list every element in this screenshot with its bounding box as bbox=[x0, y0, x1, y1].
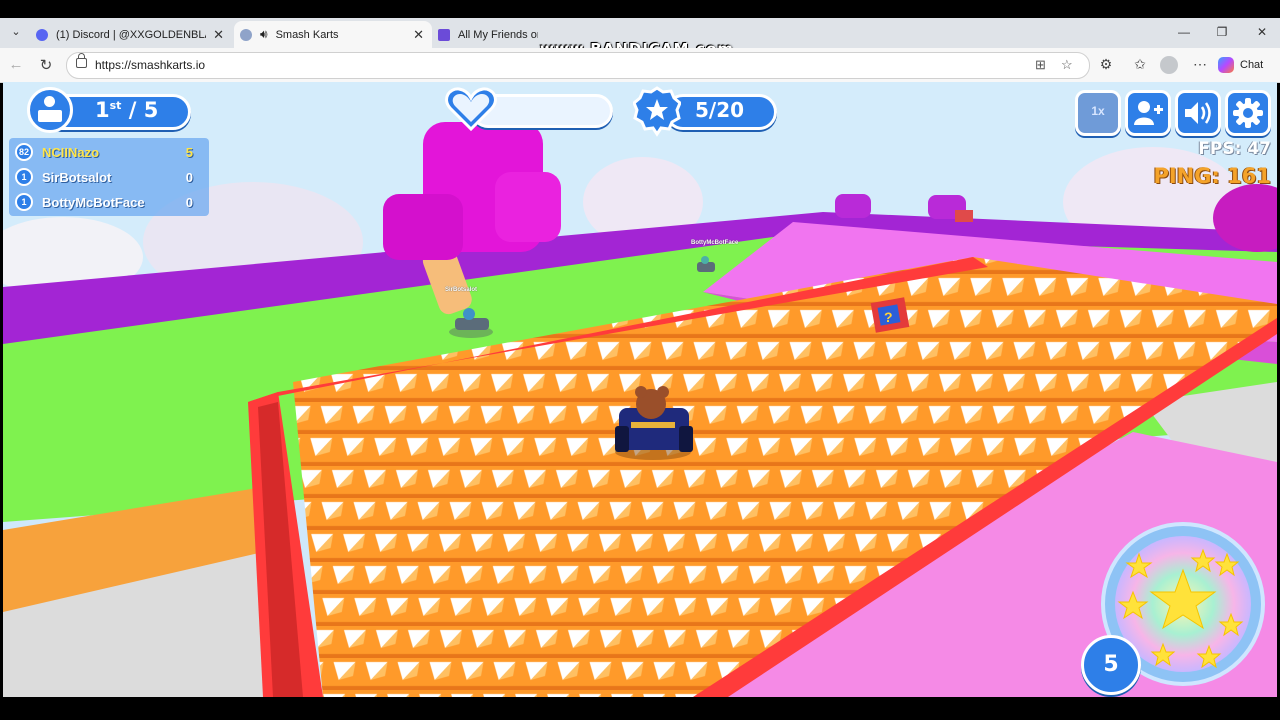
tab-close-icon[interactable]: ✕ bbox=[213, 27, 224, 43]
favorites-icon[interactable]: ✩ bbox=[1130, 56, 1150, 73]
video-letterbox-bottom bbox=[0, 697, 1280, 720]
url-text: https://smashkarts.io bbox=[95, 58, 206, 72]
tab-discord[interactable]: (1) Discord | @XXGOLDENBLADE ✕ bbox=[36, 21, 232, 48]
player-score: 0 bbox=[185, 195, 193, 210]
player-score: 0 bbox=[185, 170, 193, 185]
lock-icon bbox=[76, 53, 87, 68]
discord-icon bbox=[36, 28, 48, 41]
svg-text:?: ? bbox=[884, 309, 893, 325]
star-badge-icon bbox=[633, 86, 681, 137]
video-letterbox-top bbox=[0, 0, 1280, 18]
player-level-badge: 1 bbox=[15, 193, 33, 211]
restore-icon[interactable]: ❐ bbox=[1212, 25, 1232, 39]
kart-nametag: BottyMcBotFace bbox=[691, 240, 739, 246]
url-field[interactable]: https://smashkarts.io ⊞ ☆ bbox=[66, 52, 1090, 79]
reload-icon[interactable]: ↻ bbox=[36, 56, 56, 74]
settings-button[interactable] bbox=[1225, 90, 1271, 136]
xp-progress-text: 5/20 bbox=[695, 98, 745, 122]
scoreboard-row: 1 BottyMcBotFace 0 bbox=[9, 190, 209, 215]
kart-nametag: SirBotsalot bbox=[445, 287, 478, 293]
heart-icon bbox=[445, 87, 497, 132]
leaderboard-icon[interactable] bbox=[27, 87, 73, 133]
tab-title: Smash Karts bbox=[275, 28, 339, 41]
player-name: BottyMcBotFace bbox=[42, 195, 145, 210]
copilot-icon bbox=[1218, 57, 1234, 73]
player-level-badge: 82 bbox=[15, 143, 33, 161]
tab-title: (1) Discord | @XXGOLDENBLADE bbox=[56, 28, 206, 41]
fps-counter: FPS: 47 bbox=[1198, 139, 1271, 159]
tab-close-icon[interactable]: ✕ bbox=[413, 27, 424, 43]
window-close-icon[interactable]: ✕ bbox=[1252, 25, 1272, 39]
rank-text: 1st / 5 bbox=[95, 98, 159, 122]
speed-icon: 1x bbox=[1091, 104, 1105, 118]
browser-address-bar: ← ↻ https://smashkarts.io ⊞ ☆ ⚙ ✩ ⋯ Chat bbox=[0, 48, 1280, 83]
scoreboard-row: 82 NCIINazo 5 bbox=[9, 140, 209, 165]
player-score: 5 bbox=[185, 145, 193, 160]
speed-button[interactable]: 1x bbox=[1075, 90, 1121, 136]
tab-all-my-friends[interactable]: All My Friends on bbox=[438, 21, 538, 48]
tab-title: All My Friends on bbox=[458, 28, 538, 41]
browser-tab-bar: ⌄ (1) Discord | @XXGOLDENBLADE ✕ 🔊︎ Smas… bbox=[0, 18, 1280, 58]
profile-avatar[interactable] bbox=[1160, 56, 1178, 74]
player-name: SirBotsalot bbox=[42, 170, 112, 185]
page-icon bbox=[438, 28, 450, 41]
mystery-box-icon: ? bbox=[870, 297, 910, 333]
add-friend-icon bbox=[1134, 101, 1163, 125]
settings-gear-icon bbox=[1233, 98, 1263, 128]
scoreboard-row: 1 SirBotsalot 0 bbox=[9, 165, 209, 190]
ping-counter: PING: 161 bbox=[1153, 164, 1271, 188]
tab-list-chevron-icon[interactable]: ⌄ bbox=[6, 25, 26, 41]
reader-view-icon[interactable]: ⊞ bbox=[1035, 57, 1046, 73]
powerup-count-badge: 5 bbox=[1081, 635, 1141, 695]
copilot-chat-button[interactable]: Chat bbox=[1218, 53, 1263, 77]
scoreboard: 82 NCIINazo 5 1 SirBotsalot 0 1 BottyMcB… bbox=[9, 138, 209, 216]
chat-label: Chat bbox=[1240, 59, 1264, 71]
sound-button[interactable] bbox=[1175, 90, 1221, 136]
tab-smash-karts[interactable]: 🔊︎ Smash Karts ✕ bbox=[234, 21, 432, 48]
favorite-star-icon[interactable]: ☆ bbox=[1061, 57, 1073, 73]
more-menu-icon[interactable]: ⋯ bbox=[1190, 56, 1210, 73]
smash-karts-icon bbox=[240, 28, 252, 41]
player-level-badge: 1 bbox=[15, 168, 33, 186]
minimize-icon[interactable]: — bbox=[1174, 25, 1194, 39]
extensions-icon[interactable]: ⚙ bbox=[1096, 56, 1116, 73]
back-icon[interactable]: ← bbox=[6, 56, 26, 73]
player-name: NCIINazo bbox=[42, 145, 100, 160]
tab-audio-icon[interactable]: 🔊︎ bbox=[260, 27, 268, 42]
game-canvas[interactable]: ? SirBotsalot BottyMcBotFace 1st / 5 5/2… bbox=[3, 82, 1277, 697]
add-friend-button[interactable] bbox=[1125, 90, 1171, 136]
speaker-icon bbox=[1185, 102, 1211, 124]
